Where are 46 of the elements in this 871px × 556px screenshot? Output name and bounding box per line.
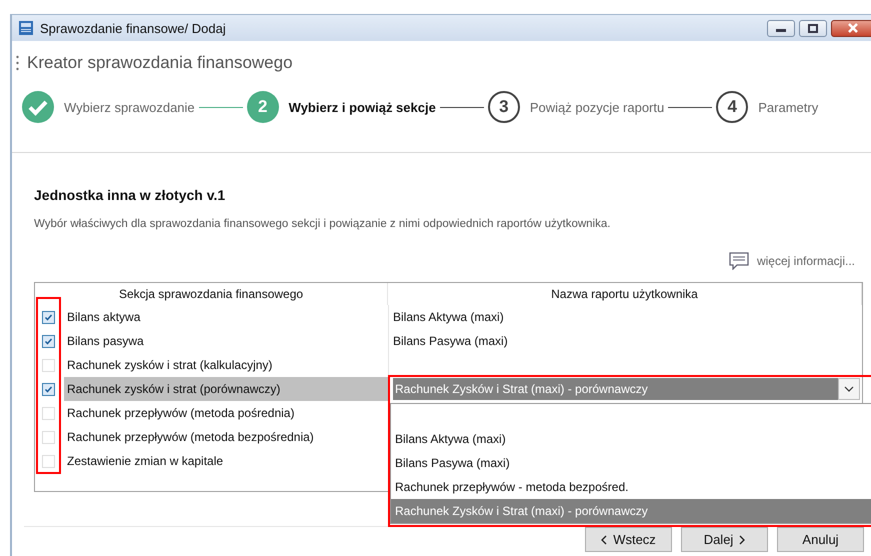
section-cell[interactable]: Rachunek przepływów (metoda pośrednia) (64, 401, 388, 425)
close-button[interactable] (831, 20, 871, 36)
step-label: Parametry (758, 100, 818, 114)
section-cell[interactable]: Bilans pasywa (64, 329, 388, 353)
report-heading: Jednostka inna w złotych v.1 (34, 187, 226, 203)
dropdown-option[interactable]: Bilans Pasywa (maxi) (391, 451, 871, 475)
more-info-link[interactable]: więcej informacji... (756, 254, 855, 268)
app-icon (18, 20, 34, 36)
minimize-button[interactable] (767, 20, 795, 36)
section-cell[interactable]: Rachunek zysków i strat (kalkulacyjny) (64, 353, 388, 377)
drag-handle-icon (16, 55, 19, 71)
dropdown-option[interactable]: Rachunek przepływów - metoda bezpośred. (391, 475, 871, 499)
comment-icon (728, 252, 749, 270)
description-text: Wybór właściwych dla sprawozdania finansowego sekcji i powiązanie z nimi odpowiednich raportów użytkownika. (34, 218, 612, 230)
step-number: 3 (488, 91, 520, 123)
column-header: Sekcja sprawozdania finansowego (35, 283, 388, 305)
section-cell[interactable]: Zestawienie zmian w kapitale (64, 449, 388, 473)
report-cell: Bilans Aktywa (maxi) (393, 310, 504, 324)
dropdown-button[interactable] (838, 378, 860, 400)
chevron-down-icon (844, 386, 854, 392)
back-button[interactable]: Wstecz (585, 527, 672, 552)
step-number: 4 (716, 91, 748, 123)
maximize-button[interactable] (799, 20, 827, 36)
step-number: 2 (246, 91, 279, 123)
chevron-right-icon (739, 534, 746, 544)
section-cell[interactable]: Rachunek zysków i strat (porównawczy) (64, 377, 388, 401)
report-combo-field[interactable]: Rachunek Zysków i Strat (maxi) - porównawczy (393, 378, 838, 400)
step-label: Powiąż pozycje raportu (530, 100, 664, 114)
column-header: Nazwa raportu użytkownika (388, 283, 862, 305)
chevron-left-icon (601, 534, 608, 544)
checkbox[interactable] (42, 382, 55, 396)
cancel-button[interactable]: Anuluj (777, 527, 864, 552)
checkbox[interactable] (42, 334, 55, 348)
dropdown-option[interactable]: Bilans Aktywa (maxi) (391, 427, 871, 451)
checkbox[interactable] (42, 310, 55, 324)
report-cell: Bilans Pasywa (maxi) (393, 334, 508, 348)
next-button[interactable]: Dalej (681, 527, 768, 552)
section-cell[interactable]: Rachunek przepływów (metoda bezpośrednia) (64, 425, 388, 449)
maximize-icon (808, 24, 818, 32)
section-cell[interactable]: Bilans aktywa (64, 305, 388, 329)
step-label: Wybierz i powiąż sekcje (288, 100, 436, 114)
step-label: Wybierz sprawozdanie (64, 100, 195, 114)
close-icon (848, 23, 858, 33)
wizard-title: Kreator sprawozdania finansowego (27, 53, 293, 73)
dropdown-option[interactable]: Rachunek Zysków i Strat (maxi) - porównawczy (391, 499, 871, 523)
window-title: Sprawozdanie finansowe/ Dodaj (40, 20, 227, 36)
